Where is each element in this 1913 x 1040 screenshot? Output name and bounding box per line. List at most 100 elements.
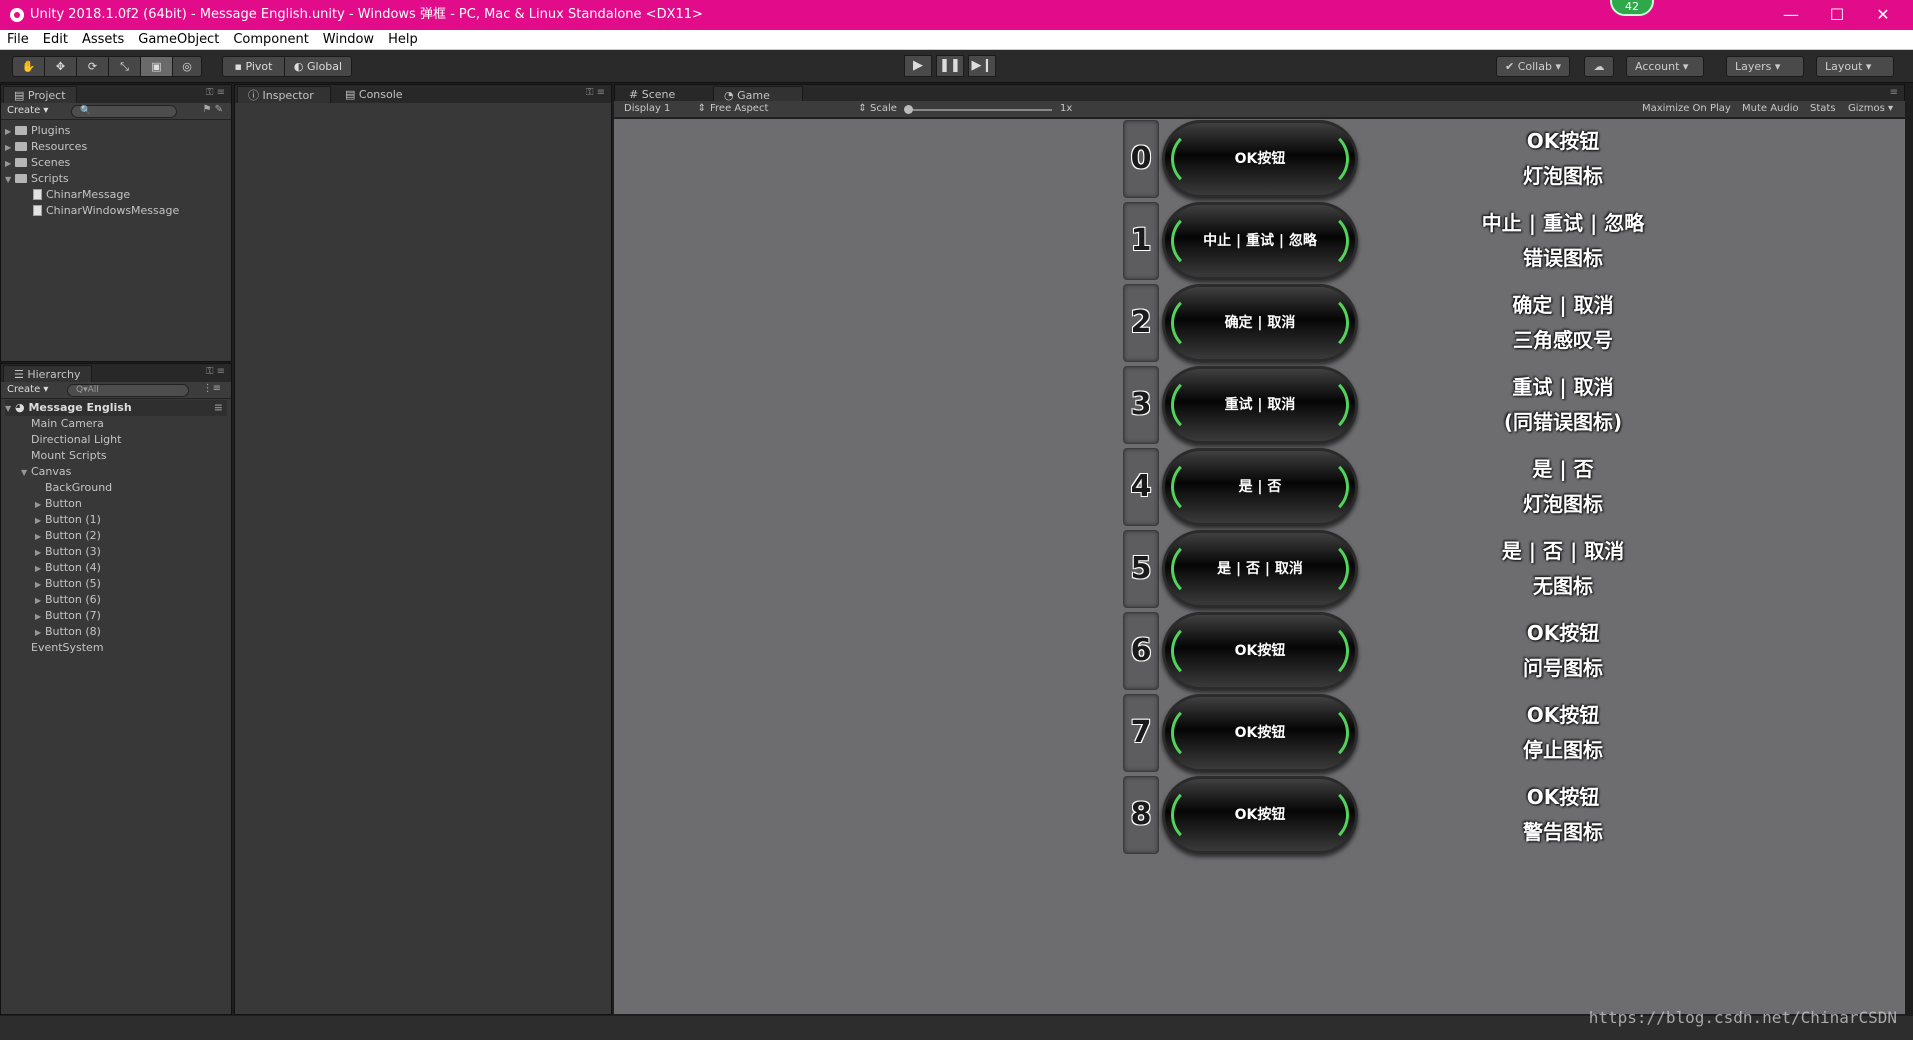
hierarchy-item[interactable]: ▶ Button (4) [5, 560, 227, 576]
hierarchy-item[interactable]: EventSystem [5, 640, 227, 656]
layout-dropdown[interactable]: Layout ▾ [1816, 56, 1894, 77]
toolbar: ✋ ✥ ⟳ ⤡ ▣ ◎ ▪ Pivot ◐ Global ▶ ❚❚ ▶❙ ✔ C… [0, 50, 1913, 83]
message-button-4[interactable]: 是 | 否 [1162, 448, 1358, 526]
close-button[interactable]: ✕ [1860, 0, 1906, 30]
project-item-plugins[interactable]: ▶ Plugins [5, 123, 179, 139]
panel-menu-icon[interactable]: ⚿ ≡ [586, 87, 605, 98]
hierarchy-item[interactable]: Main Camera [5, 416, 227, 432]
panel-menu-icon[interactable]: ⚿ ≡ [206, 366, 225, 377]
hierarchy-item[interactable]: ▶ Button (8) [5, 624, 227, 640]
message-button-label: OK按钮 [1234, 643, 1286, 659]
maximize-on-play-toggle[interactable]: Maximize On Play [1642, 103, 1731, 114]
layers-dropdown[interactable]: Layers ▾ [1726, 56, 1804, 77]
hierarchy-item[interactable]: ▶ Button (3) [5, 544, 227, 560]
menu-file[interactable]: File [0, 30, 36, 50]
panel-menu-icon[interactable]: ≡ [1890, 87, 1898, 98]
notification-badge[interactable]: 42 [1610, 0, 1654, 16]
message-button-1[interactable]: 中止 | 重试 | 忽略 [1162, 202, 1358, 280]
message-button-5[interactable]: 是 | 否 | 取消 [1162, 530, 1358, 608]
project-create-button[interactable]: Create ▾ [7, 105, 48, 116]
hierarchy-item[interactable]: ▶ Button (2) [5, 528, 227, 544]
tab-hierarchy[interactable]: ☰ Hierarchy [3, 365, 92, 382]
rect-tool-icon[interactable]: ▣ [141, 57, 173, 76]
game-tabbar: # Scene ◔ Game ≡ [614, 84, 1905, 103]
cloud-button[interactable]: ☁ [1584, 56, 1614, 77]
transform-tool-icon[interactable]: ◎ [173, 57, 201, 76]
project-item-chinarwindowsmessage[interactable]: ChinarWindowsMessage [5, 203, 179, 219]
move-tool-icon[interactable]: ✥ [45, 57, 77, 76]
button-description: 是 | 否灯泡图标 [1463, 452, 1663, 522]
hierarchy-create-button[interactable]: Create ▾ [7, 384, 48, 395]
button-index-label: 4 [1123, 448, 1159, 526]
tab-console[interactable]: ▤ Console [335, 86, 413, 103]
project-item-chinarmessage[interactable]: ChinarMessage [5, 187, 179, 203]
menu-gameobject[interactable]: GameObject [131, 30, 226, 50]
description-buttons: 重试 | 取消 [1512, 375, 1614, 399]
menu-edit[interactable]: Edit [36, 30, 75, 50]
hierarchy-item[interactable]: ▶ Button (5) [5, 576, 227, 592]
gizmos-toggle[interactable]: Gizmos ▾ [1848, 103, 1893, 114]
project-item-scripts[interactable]: ▼ Scripts [5, 171, 179, 187]
step-button[interactable]: ▶❙ [968, 55, 996, 77]
hierarchy-item[interactable]: ▶ Button (1) [5, 512, 227, 528]
display-dropdown[interactable]: Display 1 ⇕ [624, 103, 706, 114]
scene-menu-icon[interactable]: ≡ [214, 400, 223, 416]
filter-icon[interactable]: ⚑ ✎ [202, 104, 223, 115]
scene-root-message-english[interactable]: ▼ ◕ Message English ≡ [5, 400, 227, 416]
minimize-button[interactable]: — [1768, 0, 1814, 30]
stats-toggle[interactable]: Stats [1810, 103, 1836, 114]
play-button[interactable]: ▶ [904, 55, 932, 77]
pause-button[interactable]: ❚❚ [936, 55, 964, 77]
hierarchy-item[interactable]: Directional Light [5, 432, 227, 448]
message-button-3[interactable]: 重试 | 取消 [1162, 366, 1358, 444]
aspect-dropdown[interactable]: Free Aspect ⇕ [710, 103, 867, 114]
search-options-icon[interactable]: ⋮≡ [203, 383, 221, 394]
message-button-7[interactable]: OK按钮 [1162, 694, 1358, 772]
message-button-label: 是 | 否 [1238, 479, 1282, 495]
description-buttons: OK按钮 [1526, 129, 1600, 153]
menu-help[interactable]: Help [381, 30, 425, 50]
inspector-panel: ⓘ Inspector ▤ Console ⚿ ≡ [234, 84, 612, 1015]
project-tree: ▶ Plugins ▶ Resources ▶ Scenes ▼ Scripts Chi… [5, 123, 179, 219]
hierarchy-item[interactable]: ▶ Button [5, 496, 227, 512]
hierarchy-item[interactable]: ▶ Button (6) [5, 592, 227, 608]
message-button-label: 中止 | 重试 | 忽略 [1203, 233, 1317, 249]
project-search-input[interactable]: 🔍 [71, 105, 177, 118]
hierarchy-item[interactable]: Mount Scripts [5, 448, 227, 464]
scale-slider-thumb[interactable] [904, 105, 913, 114]
scale-tool-icon[interactable]: ⤡ [109, 57, 141, 76]
message-button-2[interactable]: 确定 | 取消 [1162, 284, 1358, 362]
project-item-scenes[interactable]: ▶ Scenes [5, 155, 179, 171]
game-view[interactable]: 0 OK按钮 OK按钮 灯泡图标 1 中止 | 重试 | 忽略 中止 | 重试 | 忽略 错误… [614, 119, 1905, 1014]
message-button-8[interactable]: OK按钮 [1162, 776, 1358, 854]
menu-window[interactable]: Window [316, 30, 381, 50]
hierarchy-item[interactable]: BackGround [5, 480, 227, 496]
hierarchy-item[interactable]: ▶ Button (7) [5, 608, 227, 624]
unity-logo-icon [10, 8, 24, 22]
info-icon: ⓘ [248, 89, 263, 102]
project-item-resources[interactable]: ▶ Resources [5, 139, 179, 155]
tab-inspector[interactable]: ⓘ Inspector [237, 86, 331, 103]
tab-project[interactable]: ▤ Project [3, 86, 77, 103]
account-dropdown[interactable]: Account ▾ [1626, 56, 1704, 77]
menu-component[interactable]: Component [226, 30, 315, 50]
button-index-label: 1 [1123, 202, 1159, 280]
message-button-6[interactable]: OK按钮 [1162, 612, 1358, 690]
hierarchy-search-input[interactable]: Q▾All [67, 384, 189, 397]
scale-slider[interactable] [904, 105, 1052, 114]
hierarchy-item-canvas[interactable]: ▼ Canvas [5, 464, 227, 480]
message-button-0[interactable]: OK按钮 [1162, 120, 1358, 198]
title-bar: Unity 2018.1.0f2 (64bit) - Message Engli… [0, 0, 1913, 30]
mute-audio-toggle[interactable]: Mute Audio [1742, 103, 1799, 114]
rotate-tool-icon[interactable]: ⟳ [77, 57, 109, 76]
maximize-button[interactable]: ☐ [1814, 0, 1860, 30]
collab-dropdown[interactable]: ✔ Collab ▾ [1496, 56, 1570, 77]
grid-icon: # [629, 88, 642, 101]
menu-assets[interactable]: Assets [75, 30, 131, 50]
pivot-button[interactable]: ▪ Pivot [223, 57, 285, 76]
description-icon: 错误图标 [1523, 246, 1603, 270]
panel-menu-icon[interactable]: ⚿ ≡ [206, 87, 225, 98]
scale-label: Scale [870, 103, 897, 114]
hand-tool-icon[interactable]: ✋ [13, 57, 45, 76]
global-button[interactable]: ◐ Global [285, 57, 351, 76]
